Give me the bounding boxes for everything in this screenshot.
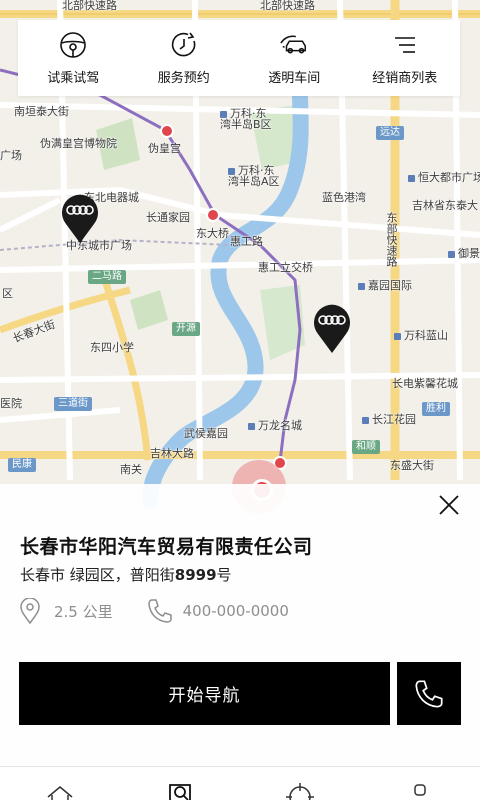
metro-station-icon[interactable] [160, 124, 174, 138]
car-garage-icon [279, 31, 309, 59]
close-icon[interactable] [436, 492, 462, 518]
map-label-gongnong: 远达 [376, 126, 404, 140]
dealer-address-suffix: 号 [216, 566, 232, 584]
map-label-sandao-street: 三道街 [54, 397, 92, 411]
crosshair-icon [286, 783, 314, 800]
phone-icon [147, 598, 173, 624]
start-navigation-button[interactable]: 开始导航 [19, 662, 390, 725]
map-label-dongbu-fast: 东部快速路 [385, 212, 398, 267]
map-label-nanguan: 南关 [120, 463, 142, 476]
menu-dealer-list-label: 经销商列表 [372, 70, 438, 86]
map-label-jilin-road: 吉林大路 [150, 447, 194, 460]
map-label-north-road-a: 北部快速路 [62, 0, 117, 12]
map-label-weihuanggong-station: 伪皇宫 [148, 142, 181, 155]
map-label-vanke-b: 万科·东 湾半岛B区 [220, 107, 272, 131]
phone-icon [414, 679, 444, 709]
audi-dealer-pin-icon[interactable] [312, 300, 352, 354]
tab-search[interactable] [120, 767, 240, 800]
metro-station-icon[interactable] [206, 208, 220, 222]
tab-profile[interactable] [360, 767, 480, 800]
map-label-wanlong-garden: 万龙名城 [248, 420, 302, 431]
dealer-address: 长春市 绿园区，普阳街8999号 [20, 564, 232, 585]
map-label-guangchang: 广场 [0, 149, 22, 162]
map-label-yuan-west: 御景 [448, 248, 480, 259]
dealer-distance: 2.5 公里 [54, 602, 113, 621]
map-label-huigong-interchange: 惠工立交桥 [258, 261, 313, 274]
map-label-changdian-garden: 长电紫馨花城 [392, 377, 458, 390]
map-label-xinyuan: 嘉园国际 [358, 280, 412, 291]
menu-service-booking[interactable]: 服务预约 [129, 20, 240, 96]
menu-dealer-list[interactable]: 经销商列表 [350, 20, 461, 96]
map-label-changtong-home: 长通家园 [146, 211, 190, 224]
call-button[interactable] [397, 662, 461, 725]
map-label-wuhou-garden: 武侯嘉园 [184, 427, 228, 440]
map-label-hospital: 医院 [0, 397, 22, 410]
map-label-north-road-b: 北部快速路 [260, 0, 315, 12]
dealer-info-card: 长春市华阳汽车贸易有限责任公司 长春市 绿园区，普阳街8999号 2.5 公里 … [0, 484, 480, 800]
map-label-minkang: 民康 [8, 458, 36, 472]
map-label-nanjing-street: 南垣泰大街 [14, 105, 69, 118]
dealer-address-number: 8999 [174, 566, 217, 584]
map-label-shengli: 胜利 [422, 402, 450, 416]
menu-test-drive-label: 试乘试驾 [47, 70, 100, 86]
menu-transparent-workshop-label: 透明车间 [268, 70, 321, 86]
map-label-landiao-harbor: 蓝色港湾 [322, 191, 366, 204]
map-label-qu: 区 [2, 287, 13, 300]
clock-icon [169, 31, 199, 59]
map-label-vanke-lanshan: 万科蓝山 [394, 330, 448, 341]
map-label-dongsi-school: 东四小学 [90, 341, 134, 354]
menu-test-drive[interactable]: 试乘试驾 [18, 20, 129, 96]
location-pin-icon [20, 598, 40, 624]
tab-home[interactable] [0, 767, 120, 800]
dealer-info-row: 2.5 公里 400-000-0000 [20, 596, 289, 626]
menu-transparent-workshop[interactable]: 透明车间 [239, 20, 350, 96]
steering-wheel-icon [58, 31, 88, 59]
map-label-dongdaqiao: 东大桥 [196, 227, 229, 240]
map-label-changjiang-garden: 长江花园 [362, 414, 416, 425]
quick-menu-bar: 试乘试驾 服务预约 透明车间 经销商列表 [18, 20, 460, 96]
map-label-heshun: 和顺 [352, 440, 380, 454]
menu-service-booking-label: 服务预约 [157, 70, 210, 86]
list-icon [390, 31, 420, 59]
tab-locate[interactable] [240, 767, 360, 800]
dealer-address-prefix: 长春市 绿园区，普阳街 [20, 566, 175, 584]
audi-dealer-pin-icon[interactable] [60, 190, 100, 244]
home-icon [46, 783, 74, 800]
map-label-huigong-road: 惠工路 [230, 235, 263, 248]
map-label-erma-road: 二马路 [88, 270, 126, 284]
bottom-tab-bar [0, 766, 480, 800]
map-label-jilin-street: 吉林省东泰大 [412, 199, 478, 212]
map-label-hengda-plaza: 恒大都市广场 [408, 172, 480, 183]
map-label-vanke-a: 万科·东 湾半岛A区 [228, 164, 280, 188]
user-icon [406, 783, 434, 800]
search-icon [166, 783, 194, 800]
map-label-weihuanggong: 伪满皇宫博物院 [40, 137, 117, 150]
map-label-donglong-street: 东盛大街 [390, 459, 434, 472]
dealer-name: 长春市华阳汽车贸易有限责任公司 [20, 536, 313, 558]
dealer-phone[interactable]: 400-000-0000 [183, 602, 289, 620]
map-label-kaiyuan: 开源 [172, 322, 200, 336]
